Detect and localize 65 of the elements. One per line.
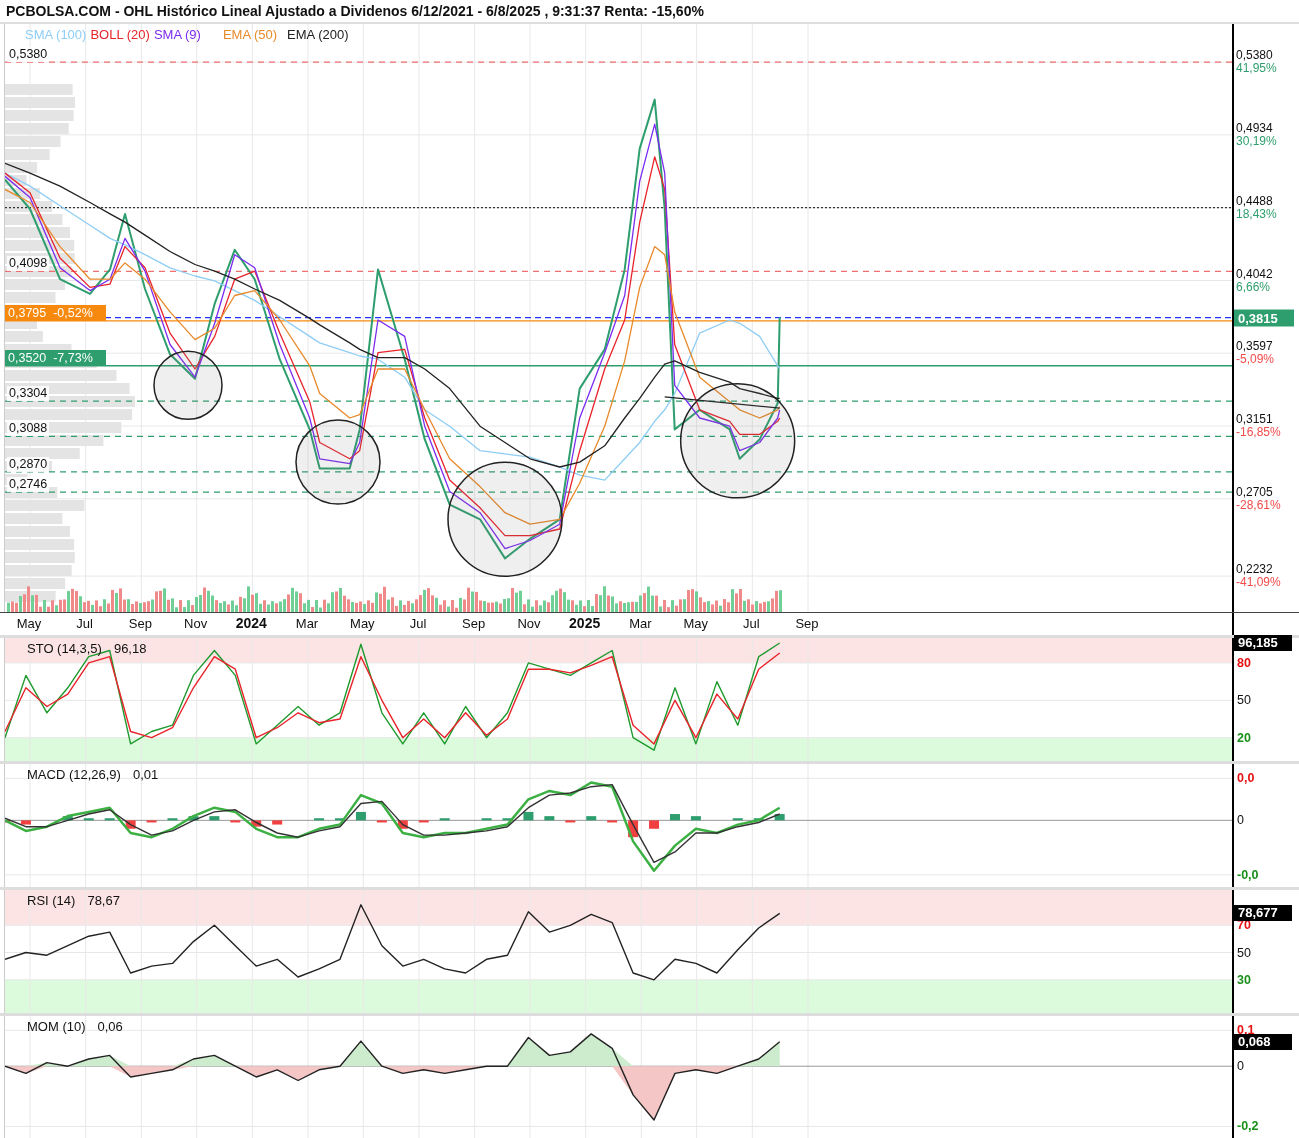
change-percent: -16,85% (1236, 426, 1281, 439)
axis-label: 2024 (235, 615, 267, 631)
legend-item: EMA (200) (287, 27, 349, 42)
axis-label: May (350, 616, 375, 631)
indicator-reading: 96,18 (113, 641, 147, 656)
change-percent: 30,19% (1236, 134, 1277, 148)
price-label: 0,2746 (7, 477, 50, 493)
axis-label: 0,4934 (1236, 121, 1274, 135)
axis-label: 0,3151 (1236, 413, 1274, 426)
axis-label: 0,2232 (1236, 563, 1274, 577)
axis-label: 50 (1237, 945, 1251, 960)
axis-label: 0,2705 (1236, 485, 1274, 499)
axis-label: Sep (462, 616, 486, 631)
legend-item: EMA (50) (222, 27, 278, 42)
price-tag: 0,3795 -0,52% (5, 304, 106, 321)
axis-label: Sep (795, 616, 819, 631)
axis-label: Jul (409, 616, 427, 631)
axis-label: Nov (184, 616, 208, 631)
axis-label: 2025 (569, 615, 601, 631)
indicator-name: MACD (12,26,9) (27, 767, 121, 782)
indicator-name: MOM (10) (27, 1019, 86, 1034)
value-tag: 96,185 (1234, 634, 1292, 651)
axis-label: May (683, 616, 708, 631)
change-percent: -28,61% (1236, 498, 1281, 512)
axis-label: Nov (517, 616, 541, 631)
axis-label: 0 (1237, 813, 1244, 828)
axis-label: 0,5380 (1236, 49, 1274, 63)
indicator-name: RSI (14) (27, 893, 76, 908)
price-label: 0,3304 (7, 386, 50, 402)
chart-title: PCBOLSA.COM - OHL Histórico Lineal Ajustado a Dividenos 6/12/2021 - 6/8/2025 , 9:31:37 Renta: -15,60% (6, 3, 704, 19)
change-percent: 6,66% (1236, 280, 1271, 294)
legend-item: SMA (9) (153, 27, 201, 42)
axis-label: 0,3597 (1236, 340, 1274, 354)
indicator-reading: 0,01 (132, 767, 159, 782)
axis-label: 80 (1237, 655, 1251, 670)
price-label: 0,5380 (7, 47, 50, 63)
change-percent: 18,43% (1236, 207, 1277, 221)
axis-label: Sep (128, 616, 152, 631)
change-percent: -41,09% (1236, 576, 1281, 590)
axis-label: 50 (1237, 693, 1251, 708)
legend-item: SMA (100) (25, 27, 87, 42)
indicator-name: STO (14,3,5) (27, 641, 102, 656)
axis-label: Jul (76, 616, 93, 631)
axis-label: -0,2 (1237, 1119, 1259, 1134)
price-label: 0,4098 (7, 256, 50, 272)
axis-label: 30 (1237, 972, 1251, 987)
axis-label: Jul (743, 616, 760, 631)
axis-label: 0 (1237, 1059, 1244, 1074)
axis-label: 0,4042 (1236, 267, 1273, 281)
last-price-tag: 0,3815 (1234, 309, 1294, 327)
indicator-reading: 0,06 (97, 1019, 123, 1034)
axis-label: 0,0 (1237, 771, 1255, 786)
axis-label: Mar (295, 616, 319, 631)
axis-label: 20 (1237, 730, 1251, 745)
indicator-reading: 78,67 (87, 893, 120, 908)
legend-item: BOLL (20) (90, 27, 150, 42)
price-label: 0,3088 (7, 421, 50, 437)
axis-label: 0,4488 (1236, 194, 1274, 208)
value-tag: 0,068 (1234, 1033, 1292, 1050)
axis-label: May (16, 616, 42, 631)
price-tag: 0,3520 -7,73% (5, 349, 106, 366)
change-percent: 41,95% (1236, 62, 1277, 76)
change-percent: -5,09% (1236, 353, 1275, 367)
axis-label: Mar (629, 616, 652, 631)
axis-label: -0,0 (1237, 867, 1259, 882)
